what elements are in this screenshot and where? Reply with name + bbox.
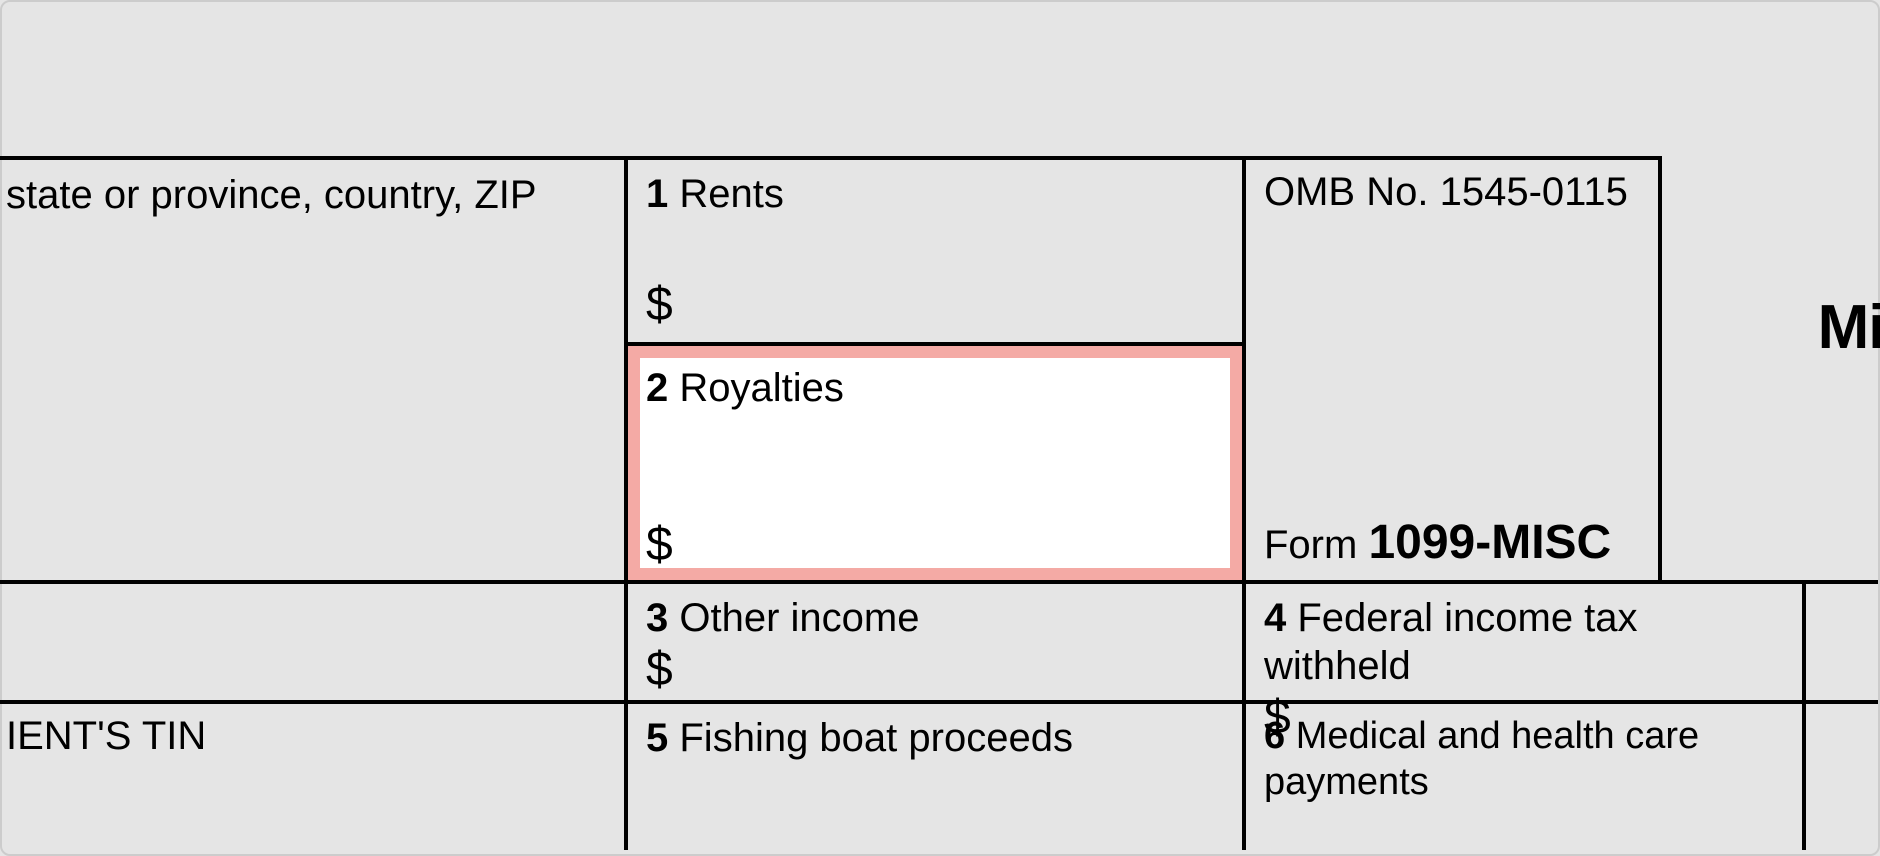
box-3-other-income[interactable]: 3 Other income $ [628, 584, 1246, 700]
box-5-text: Fishing boat proceeds [679, 716, 1073, 760]
box-1-label: 1 Rents [646, 170, 1224, 218]
box-4-text: Federal income tax withheld [1264, 596, 1638, 688]
box-3-text: Other income [679, 596, 919, 640]
form-number: 1099-MISC [1368, 516, 1611, 569]
box-1-number: 1 [646, 172, 668, 216]
boxes-3-4-row: 3 Other income $ 4 Federal income tax wi… [0, 584, 1878, 704]
box-6-medical[interactable]: 6 Medical and health care payments [1246, 704, 1806, 850]
box-5-fishing[interactable]: 5 Fishing boat proceeds [628, 704, 1246, 850]
box-2-label: 2 Royalties [646, 364, 1224, 412]
box-3-label: 3 Other income [646, 594, 1224, 642]
box-3-number: 3 [646, 596, 668, 640]
box-2-dollar: $ [646, 517, 1224, 572]
address-label: state or province, country, ZIP [6, 173, 537, 217]
row2-left-cell [0, 584, 628, 700]
box-4-number: 4 [1264, 596, 1286, 640]
box-1-rents[interactable]: 1 Rents $ [628, 160, 1246, 346]
box-6-text: Medical and health care payments [1264, 715, 1699, 803]
main-row: state or province, country, ZIP 1 Rents … [0, 160, 1878, 584]
omb-number: OMB No. 1545-0115 [1264, 170, 1640, 215]
box-1-dollar: $ [646, 277, 1224, 332]
box-3-dollar: $ [646, 642, 1224, 697]
box-2-number: 2 [646, 366, 668, 410]
title-fragment: Mis [1818, 292, 1878, 363]
box-2-text: Royalties [679, 366, 844, 410]
top-border-area [0, 2, 1662, 160]
omb-form-cell: OMB No. 1545-0115 Form 1099-MISC [1246, 160, 1662, 580]
form-label: Form [1264, 523, 1357, 567]
recipient-tin-cell: IENT'S TIN [0, 704, 628, 850]
tin-label: IENT'S TIN [6, 714, 206, 758]
form-identifier: Form 1099-MISC [1264, 515, 1640, 570]
box-5-number: 5 [646, 716, 668, 760]
box-6-number: 6 [1264, 715, 1285, 757]
form-1099-misc: state or province, country, ZIP 1 Rents … [2, 2, 1878, 854]
box-4-label: 4 Federal income tax withheld [1264, 594, 1784, 690]
box-2-royalties[interactable]: 2 Royalties $ [628, 346, 1246, 580]
box-4-federal-tax[interactable]: 4 Federal income tax withheld $ [1246, 584, 1806, 700]
boxes-1-2-column: 1 Rents $ 2 Royalties $ [628, 160, 1246, 580]
form-title-cell: Mis [1662, 160, 1878, 580]
box-6-label: 6 Medical and health care payments [1264, 714, 1784, 805]
payer-address-cell: state or province, country, ZIP [0, 160, 628, 580]
box-1-text: Rents [679, 172, 784, 216]
box-5-label: 5 Fishing boat proceeds [646, 714, 1224, 762]
boxes-5-6-row: IENT'S TIN 5 Fishing boat proceeds 6 Med… [0, 704, 1878, 850]
